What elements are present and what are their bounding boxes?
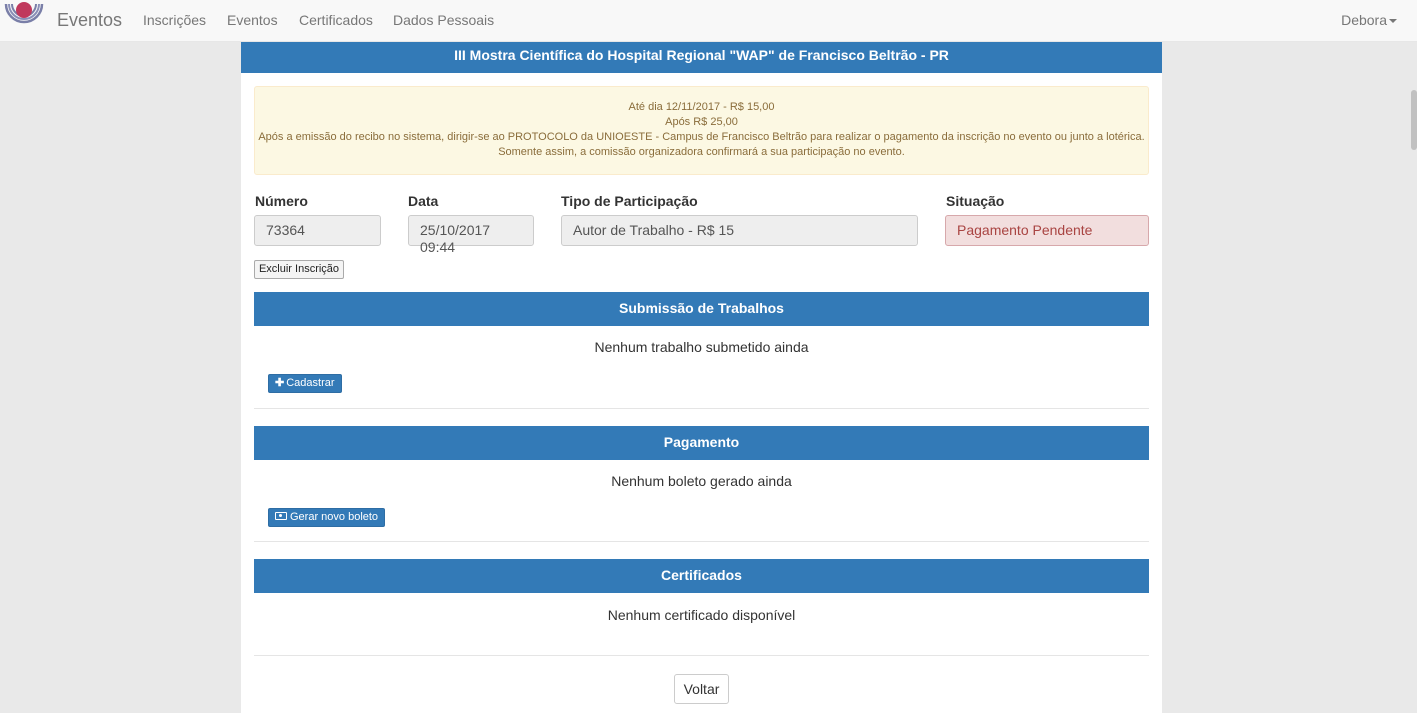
pagamento-header: Pagamento bbox=[254, 426, 1149, 460]
payment-info-alert: Até dia 12/11/2017 - R$ 15,00 Após R$ 25… bbox=[254, 86, 1149, 175]
user-name: Debora bbox=[1341, 12, 1387, 28]
numero-label: Número bbox=[255, 193, 308, 209]
divider bbox=[254, 655, 1149, 656]
voltar-button[interactable]: Voltar bbox=[674, 674, 729, 704]
nav-link-dados-pessoais[interactable]: Dados Pessoais bbox=[393, 12, 494, 28]
tipo-participacao-field: Autor de Trabalho - R$ 15 bbox=[561, 215, 918, 246]
gerar-boleto-button[interactable]: Gerar novo boleto bbox=[268, 508, 386, 527]
submissao-header: Submissão de Trabalhos bbox=[254, 292, 1149, 326]
alert-line: Após a emissão do recibo no sistema, dir… bbox=[258, 131, 1145, 143]
certificados-empty-text: Nenhum certificado disponível bbox=[607, 607, 796, 623]
nav-link-certificados[interactable]: Certificados bbox=[299, 12, 373, 28]
navbar: Eventos Inscrições Eventos Certificados … bbox=[0, 0, 1417, 42]
scrollbar[interactable] bbox=[1411, 42, 1417, 713]
gerar-boleto-label: Gerar novo boleto bbox=[290, 511, 379, 523]
divider bbox=[254, 408, 1149, 409]
user-menu[interactable]: Debora bbox=[1341, 12, 1397, 28]
alert-line: Até dia 12/11/2017 - R$ 15,00 bbox=[628, 101, 775, 113]
nav-link-eventos[interactable]: Eventos bbox=[227, 12, 278, 28]
unioeste-logo[interactable] bbox=[4, 2, 44, 36]
data-field: 25/10/2017 09:44 bbox=[408, 215, 534, 255]
plus-icon: ✚ bbox=[275, 377, 285, 389]
numero-field: 73364 bbox=[254, 215, 381, 246]
money-icon bbox=[275, 512, 287, 521]
situacao-label: Situação bbox=[946, 193, 1005, 209]
scrollbar-thumb[interactable] bbox=[1411, 90, 1417, 150]
excluir-inscricao-button[interactable]: Excluir Inscrição bbox=[254, 260, 344, 279]
pagamento-empty-text: Nenhum boleto gerado ainda bbox=[611, 473, 792, 489]
caret-down-icon bbox=[1389, 19, 1397, 24]
data-label: Data bbox=[408, 193, 439, 209]
cadastrar-button[interactable]: ✚ Cadastrar bbox=[268, 374, 342, 393]
situacao-field: Pagamento Pendente bbox=[945, 215, 1149, 246]
brand-link[interactable]: Eventos bbox=[57, 10, 122, 31]
alert-line: Somente assim, a comissão organizadora c… bbox=[498, 146, 905, 158]
event-title: III Mostra Científica do Hospital Region… bbox=[241, 42, 1162, 73]
submissao-empty-text: Nenhum trabalho submetido ainda bbox=[594, 339, 809, 355]
cadastrar-label: Cadastrar bbox=[286, 377, 335, 389]
divider bbox=[254, 541, 1149, 542]
certificados-header: Certificados bbox=[254, 559, 1149, 593]
main-container: III Mostra Científica do Hospital Region… bbox=[241, 42, 1162, 713]
alert-line: Após R$ 25,00 bbox=[665, 116, 738, 128]
tipo-participacao-label: Tipo de Participação bbox=[561, 193, 698, 209]
nav-link-inscricoes[interactable]: Inscrições bbox=[143, 12, 206, 28]
